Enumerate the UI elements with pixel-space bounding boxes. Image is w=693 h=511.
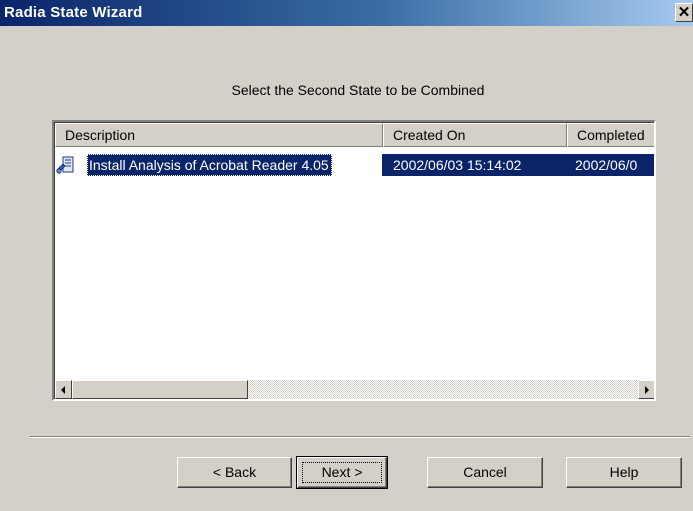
next-button[interactable]: Next > (296, 456, 388, 489)
column-header-description[interactable]: Description (55, 123, 383, 147)
scrollbar-thumb[interactable] (72, 380, 248, 399)
row-description: Install Analysis of Acrobat Reader 4.05 (87, 154, 332, 176)
column-header-created-on[interactable]: Created On (383, 123, 567, 147)
states-list[interactable]: Description Created On Completed Install… (52, 120, 656, 401)
window-title: Radia State Wizard (4, 4, 143, 21)
instruction-text: Select the Second State to be Combined (231, 82, 485, 98)
scroll-right-button[interactable] (638, 380, 654, 399)
row-created-on: 2002/06/03 15:14:02 (382, 154, 567, 176)
horizontal-scrollbar[interactable] (55, 380, 654, 399)
help-button[interactable]: Help (566, 457, 682, 488)
arrow-right-icon (645, 386, 649, 394)
close-icon: ✕ (677, 4, 691, 21)
column-header-completed[interactable]: Completed (567, 123, 654, 147)
next-button-label: Next > (321, 464, 363, 480)
state-file-icon (56, 156, 74, 174)
close-button[interactable]: ✕ (675, 3, 693, 22)
list-item[interactable]: Install Analysis of Acrobat Reader 4.05 … (55, 154, 654, 176)
row-completed: 2002/06/0 (567, 154, 654, 176)
back-button[interactable]: < Back (177, 457, 292, 488)
title-bar: Radia State Wizard ✕ (0, 0, 693, 26)
scroll-left-button[interactable] (55, 380, 72, 399)
cancel-button[interactable]: Cancel (427, 457, 543, 488)
separator (30, 436, 690, 438)
arrow-left-icon (61, 386, 65, 394)
list-header: Description Created On Completed (55, 123, 654, 147)
